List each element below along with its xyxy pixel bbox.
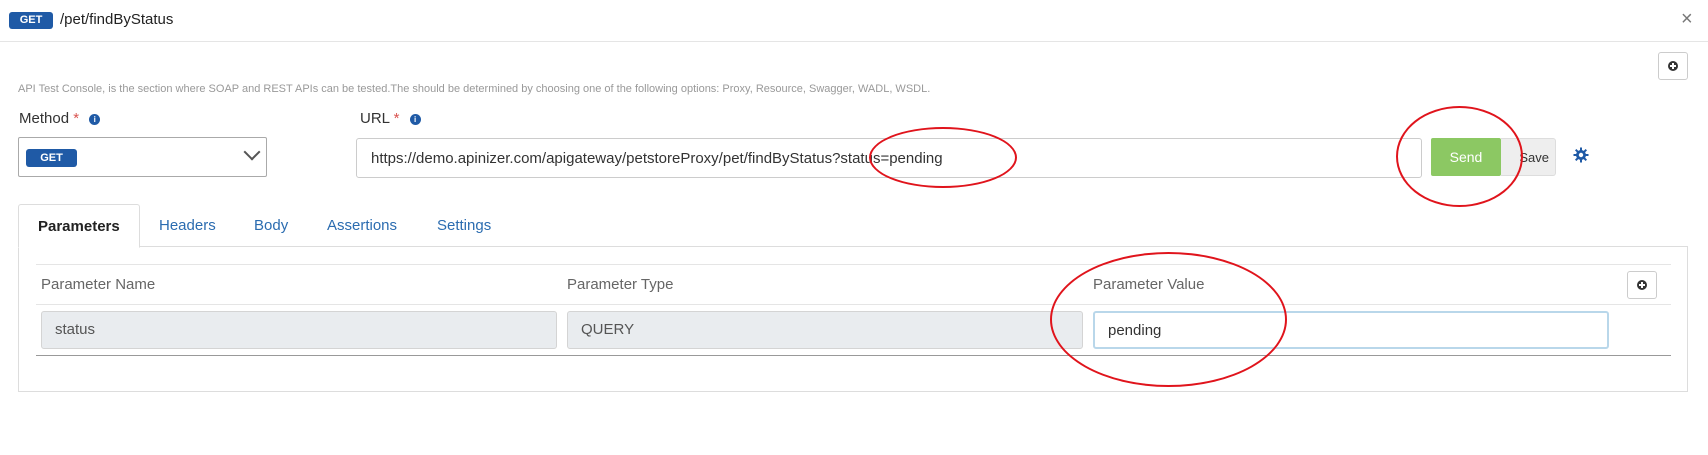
info-icon[interactable]: i bbox=[409, 113, 421, 125]
table-divider bbox=[36, 264, 1671, 265]
annotation-ellipse-send bbox=[1396, 106, 1523, 207]
table-divider bbox=[36, 304, 1671, 305]
tab-parameters[interactable]: Parameters bbox=[18, 204, 140, 248]
selected-method-badge: GET bbox=[26, 149, 77, 167]
url-label-text: URL bbox=[360, 110, 390, 127]
parameter-type-field: QUERY bbox=[567, 311, 1083, 349]
endpoint-path: /pet/findByStatus bbox=[60, 11, 174, 28]
plus-circle-icon bbox=[1668, 61, 1678, 71]
add-button[interactable] bbox=[1658, 52, 1688, 80]
close-icon[interactable]: × bbox=[1681, 8, 1693, 31]
tab-assertions[interactable]: Assertions bbox=[308, 204, 416, 247]
column-header-name: Parameter Name bbox=[41, 276, 156, 293]
required-mark: * bbox=[393, 110, 400, 127]
required-mark: * bbox=[73, 110, 80, 127]
plus-circle-icon bbox=[1637, 280, 1647, 290]
column-header-type: Parameter Type bbox=[567, 276, 674, 293]
console-description: API Test Console, is the section where S… bbox=[18, 83, 931, 95]
chevron-down-icon bbox=[243, 143, 261, 161]
tab-body[interactable]: Body bbox=[235, 204, 307, 247]
table-divider bbox=[36, 355, 1671, 356]
parameter-name-field: status bbox=[41, 311, 557, 349]
tab-settings[interactable]: Settings bbox=[418, 204, 510, 247]
method-select[interactable]: GET bbox=[18, 137, 267, 177]
annotation-ellipse-url-query bbox=[869, 127, 1017, 188]
gear-icon[interactable] bbox=[1573, 147, 1589, 168]
method-label-text: Method bbox=[19, 110, 70, 127]
gear-icon-svg bbox=[1573, 147, 1589, 163]
annotation-ellipse-parameter-value bbox=[1050, 252, 1287, 387]
add-parameter-button[interactable] bbox=[1627, 271, 1657, 299]
method-label: Method * i bbox=[19, 110, 101, 127]
tab-headers[interactable]: Headers bbox=[140, 204, 235, 247]
url-label: URL * i bbox=[360, 110, 421, 127]
info-icon[interactable]: i bbox=[89, 113, 101, 125]
method-badge: GET bbox=[9, 12, 53, 29]
dialog-header bbox=[0, 0, 1708, 42]
